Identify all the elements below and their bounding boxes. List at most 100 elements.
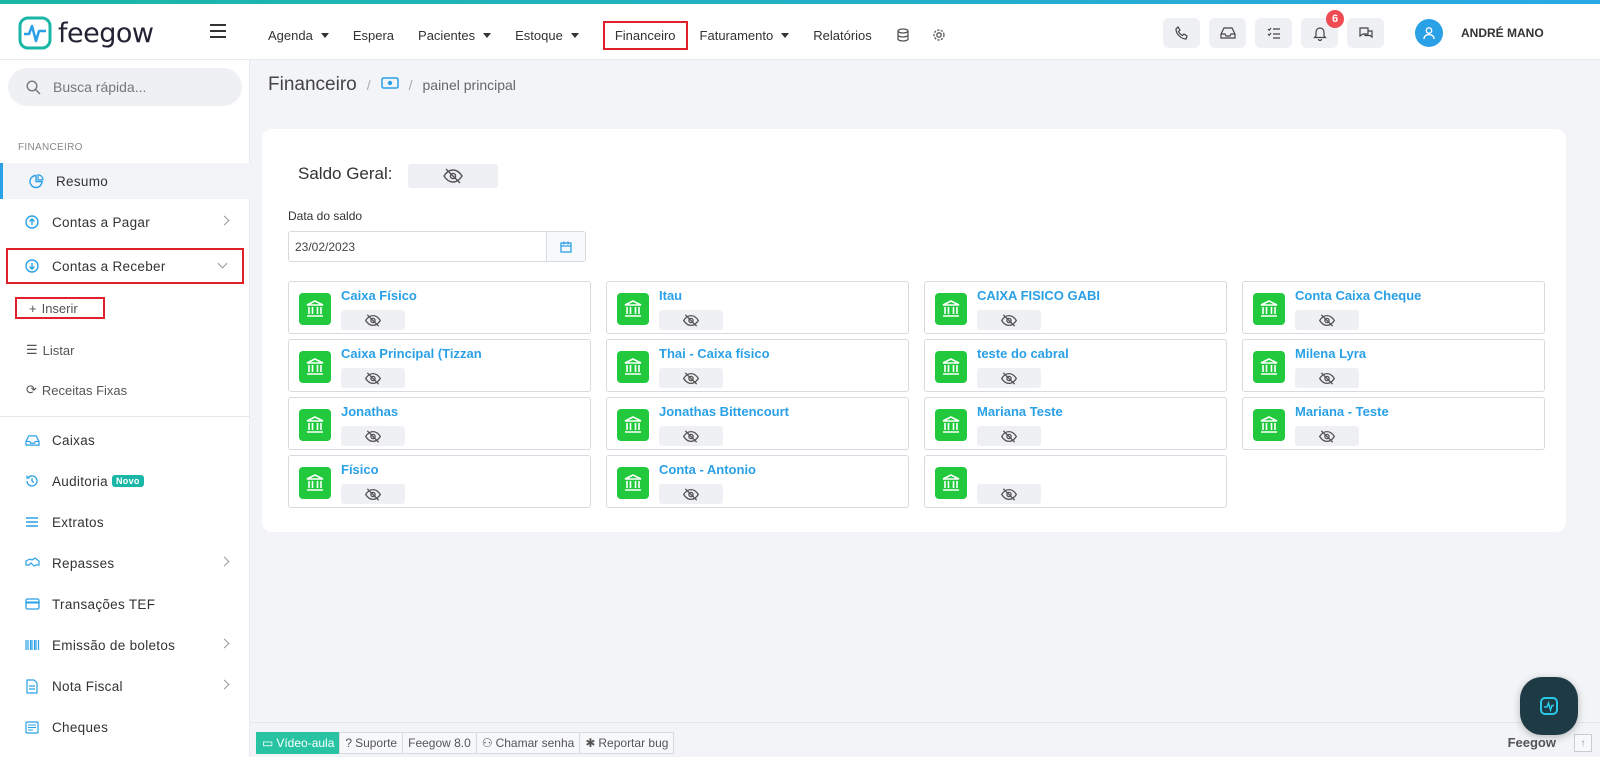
toggle-balance-visibility[interactable] <box>977 426 1041 446</box>
document-icon <box>24 678 40 694</box>
date-field[interactable] <box>288 231 547 262</box>
account-card[interactable]: teste do cabral <box>924 339 1227 392</box>
sidebar-item-caixas[interactable]: Caixas <box>0 422 250 458</box>
account-card[interactable]: Mariana Teste <box>924 397 1227 450</box>
account-card[interactable]: CAIXA FISICO GABI <box>924 281 1227 334</box>
inbox-icon[interactable] <box>1209 18 1246 48</box>
arrow-up-circle-icon <box>24 214 40 230</box>
page-title[interactable]: Financeiro <box>268 74 357 96</box>
feegow-logo[interactable]: feegow <box>18 15 154 51</box>
chamar-senha-button[interactable]: ⚇ Chamar senha <box>475 732 581 754</box>
avatar[interactable] <box>1415 19 1443 47</box>
account-name[interactable]: Mariana Teste <box>977 404 1063 419</box>
account-card[interactable]: Milena Lyra <box>1242 339 1545 392</box>
toggle-balance-visibility[interactable] <box>659 368 723 388</box>
sidebar-item-auditoria[interactable]: Auditoria Novo <box>0 463 250 499</box>
gear-icon[interactable] <box>932 28 946 42</box>
reportar-bug-button[interactable]: ✱ Reportar bug <box>579 732 675 754</box>
account-card[interactable]: Itau <box>606 281 909 334</box>
phone-icon[interactable] <box>1163 18 1200 48</box>
sidebar-sub-receitas-fixas[interactable]: ⟳ Receitas Fixas <box>26 379 127 401</box>
bell-icon[interactable]: 6 <box>1301 10 1344 48</box>
toggle-balance-visibility[interactable] <box>341 310 405 330</box>
sidebar-item-emissao-boletos[interactable]: Emissão de boletos <box>0 627 250 663</box>
chevron-right-icon <box>219 556 230 567</box>
breadcrumb-separator: / <box>366 77 371 93</box>
video-aula-button[interactable]: ▭ Vídeo-aula <box>256 732 341 754</box>
sidebar-sub-listar[interactable]: ☰ Listar <box>26 339 74 361</box>
suporte-button[interactable]: ? Suporte <box>339 732 404 754</box>
nav-espera[interactable]: Espera <box>353 28 394 43</box>
account-card[interactable]: Conta - Antonio <box>606 455 909 508</box>
menu-toggle-icon[interactable] <box>210 24 226 38</box>
toggle-balance-visibility[interactable] <box>977 368 1041 388</box>
toggle-balance-visibility[interactable] <box>659 310 723 330</box>
nav-financeiro[interactable]: Financeiro <box>602 20 688 50</box>
account-name[interactable]: Físico <box>341 462 379 477</box>
account-card[interactable]: Thai - Caixa físico <box>606 339 909 392</box>
account-card[interactable]: Conta Caixa Cheque <box>1242 281 1545 334</box>
account-name[interactable]: Conta Caixa Cheque <box>1295 288 1421 303</box>
bottom-bar: ▭ Vídeo-aula ? Suporte Feegow 8.0 ⚇ Chamar … <box>250 722 1600 757</box>
arrow-down-circle-icon <box>24 258 40 274</box>
toggle-balance-visibility[interactable] <box>1295 368 1359 388</box>
quick-search[interactable] <box>8 68 242 106</box>
bank-icon <box>1253 351 1285 383</box>
sidebar-item-cheques[interactable]: Cheques <box>0 709 250 745</box>
account-name[interactable]: Jonathas Bittencourt <box>659 404 789 419</box>
toggle-balance-visibility[interactable] <box>977 484 1041 504</box>
toggle-balance-visibility[interactable] <box>659 484 723 504</box>
user-name[interactable]: ANDRÉ MANO <box>1461 26 1544 40</box>
sidebar-item-transacoes-tef[interactable]: Transações TEF <box>0 586 250 622</box>
toggle-balance-visibility[interactable] <box>1295 426 1359 446</box>
sidebar-item-contas-receber[interactable]: Contas a Receber <box>6 248 244 284</box>
account-card[interactable]: Jonathas <box>288 397 591 450</box>
notification-badge: 6 <box>1326 10 1344 28</box>
toggle-balance-visibility[interactable] <box>341 426 405 446</box>
account-card[interactable]: Caixa Principal (Tizzan <box>288 339 591 392</box>
account-card[interactable] <box>924 455 1227 508</box>
account-name[interactable]: Thai - Caixa físico <box>659 346 770 361</box>
search-input[interactable] <box>53 79 223 95</box>
account-name[interactable]: Caixa Principal (Tizzan <box>341 346 482 361</box>
account-name[interactable]: Conta - Antonio <box>659 462 756 477</box>
sidebar-sub-inserir[interactable]: + Inserir <box>15 297 105 319</box>
sidebar-item-nota-fiscal[interactable]: Nota Fiscal <box>0 668 250 704</box>
nav-relatorios[interactable]: Relatórios <box>813 28 872 43</box>
chat-icon[interactable] <box>1347 18 1384 48</box>
toggle-balance-visibility[interactable] <box>1295 310 1359 330</box>
account-card[interactable]: Mariana - Teste <box>1242 397 1545 450</box>
toggle-saldo-visibility[interactable] <box>408 164 498 188</box>
account-card[interactable]: Jonathas Bittencourt <box>606 397 909 450</box>
account-name[interactable]: Jonathas <box>341 404 398 419</box>
account-name[interactable]: Itau <box>659 288 682 303</box>
nav-pacientes[interactable]: Pacientes <box>418 28 492 43</box>
sidebar-item-contas-pagar[interactable]: Contas a Pagar <box>0 204 250 240</box>
database-icon[interactable] <box>896 28 910 42</box>
toggle-balance-visibility[interactable] <box>659 426 723 446</box>
checklist-icon[interactable] <box>1255 18 1292 48</box>
nav-agenda[interactable]: Agenda <box>268 28 329 43</box>
toggle-balance-visibility[interactable] <box>977 310 1041 330</box>
floating-support-button[interactable] <box>1520 677 1578 735</box>
nav-estoque[interactable]: Estoque <box>515 28 579 43</box>
eye-off-icon <box>1000 371 1018 385</box>
sidebar-sub-label: Receitas Fixas <box>41 382 128 398</box>
sidebar-item-resumo[interactable]: Resumo <box>0 163 250 199</box>
bank-icon <box>299 351 331 383</box>
nav-faturamento[interactable]: Faturamento <box>700 28 790 43</box>
toggle-balance-visibility[interactable] <box>341 484 405 504</box>
toggle-balance-visibility[interactable] <box>341 368 405 388</box>
account-card[interactable]: Caixa Físico <box>288 281 591 334</box>
calendar-button[interactable] <box>546 231 586 262</box>
sidebar-item-extratos[interactable]: Extratos <box>0 504 250 540</box>
account-name[interactable]: Milena Lyra <box>1295 346 1366 361</box>
account-name[interactable]: Caixa Físico <box>341 288 417 303</box>
sidebar-item-label: Emissão de boletos <box>52 637 176 653</box>
account-card[interactable]: Físico <box>288 455 591 508</box>
account-name[interactable]: teste do cabral <box>977 346 1069 361</box>
sidebar-item-repasses[interactable]: Repasses <box>0 545 250 581</box>
account-name[interactable]: Mariana - Teste <box>1295 404 1389 419</box>
scroll-top-button[interactable]: ↑ <box>1574 734 1592 752</box>
account-name[interactable]: CAIXA FISICO GABI <box>977 288 1100 303</box>
